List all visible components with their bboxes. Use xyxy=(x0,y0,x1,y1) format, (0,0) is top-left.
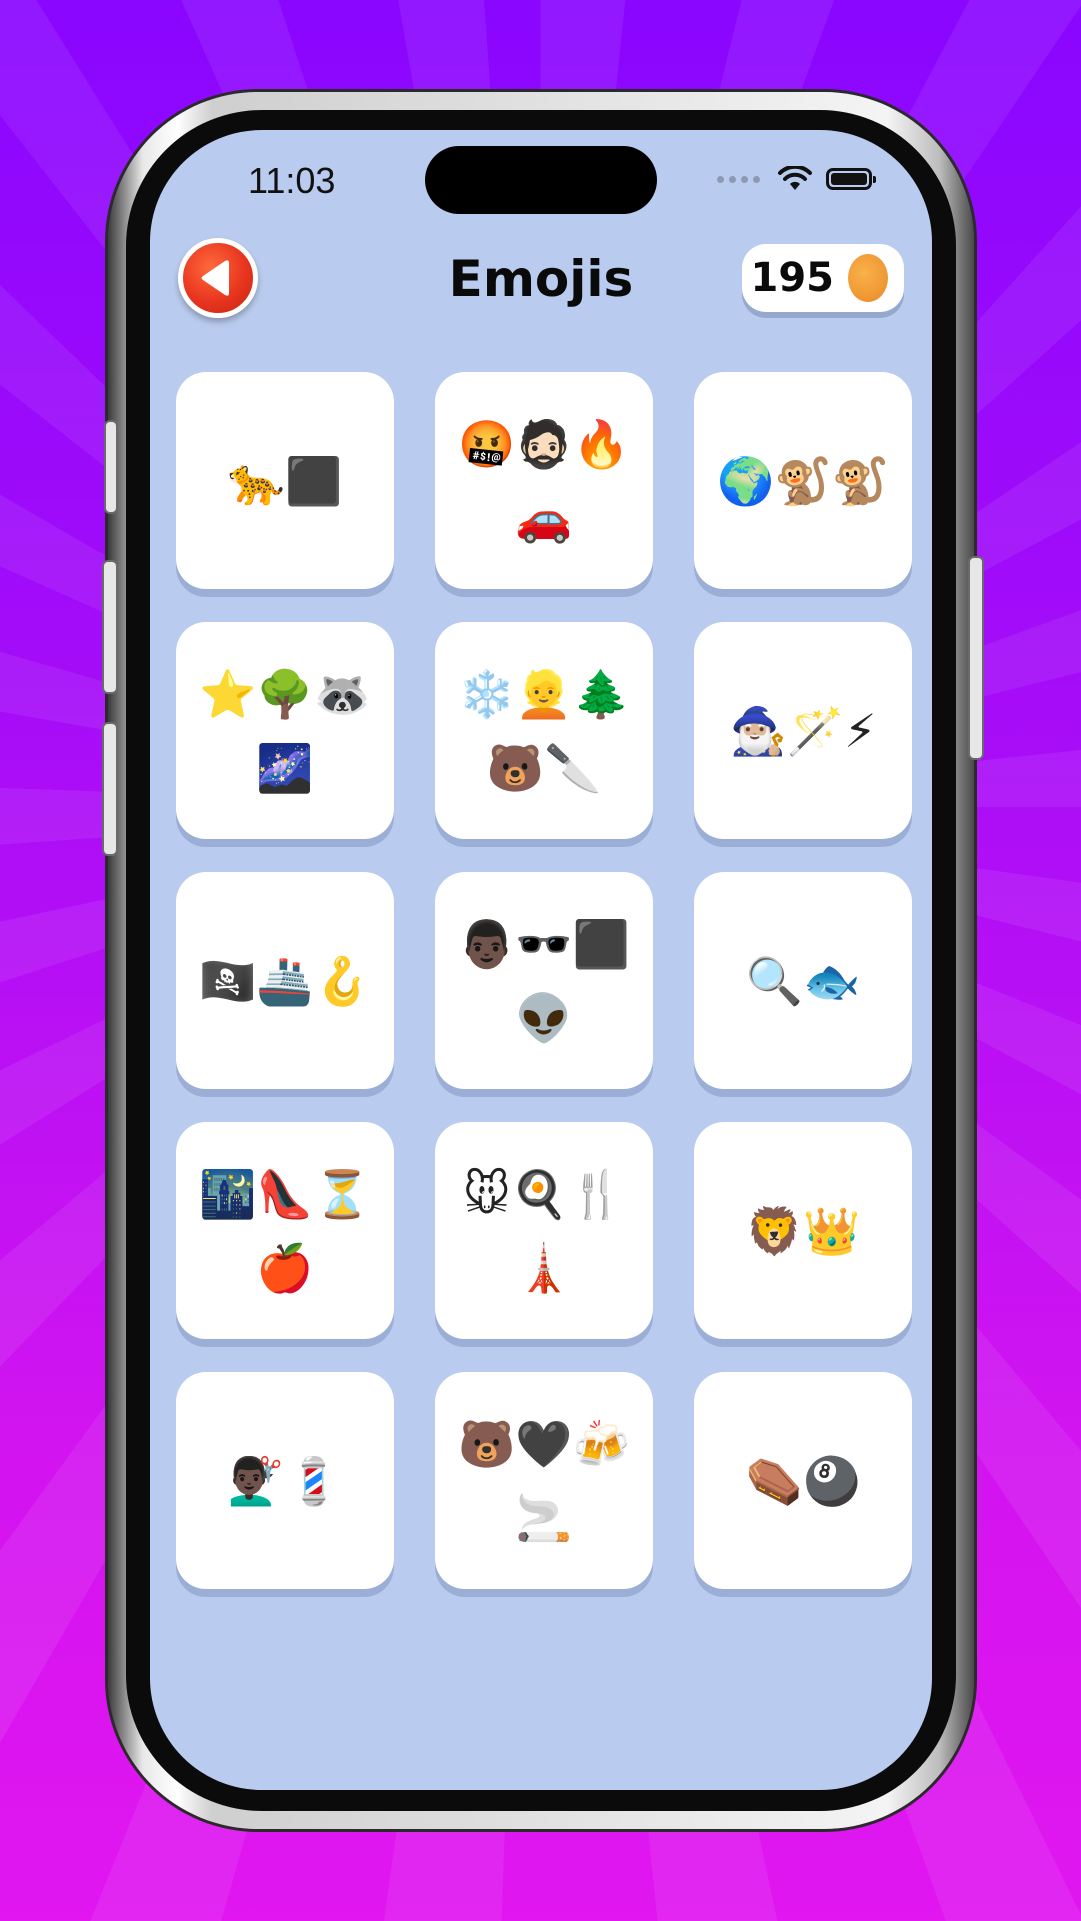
puzzle-emojis: 💇🏿‍♂️💈 xyxy=(227,1453,343,1508)
puzzle-emojis: 🤬🧔🏻🔥🚗 xyxy=(458,416,630,545)
power-button xyxy=(968,556,984,760)
puzzle-grid: 🐆⬛ 🤬🧔🏻🔥🚗 🌍🐒🐒 ⭐🌳🦝🌌 ❄️👱🌲🐻🔪 🧙🏼‍♂️🪄⚡ 🏴‍☠️🚢🪝 … xyxy=(176,372,920,1589)
puzzle-emojis: 🌃👠⏳🍎 xyxy=(199,1166,371,1295)
puzzle-card[interactable]: 🌃👠⏳🍎 xyxy=(176,1122,394,1339)
status-icons xyxy=(717,166,876,192)
puzzle-card[interactable]: 🤬🧔🏻🔥🚗 xyxy=(435,372,653,589)
status-time: 11:03 xyxy=(248,160,336,201)
puzzle-emojis: 👨🏿🕶️⬛👽 xyxy=(458,916,630,1045)
puzzle-card[interactable]: 🐻🖤🍻🚬 xyxy=(435,1372,653,1589)
puzzle-card[interactable]: 🌍🐒🐒 xyxy=(694,372,912,589)
puzzle-card[interactable]: 🔍🐟 xyxy=(694,872,912,1089)
volume-up-button xyxy=(102,560,118,694)
puzzle-card[interactable]: 🦁👑 xyxy=(694,1122,912,1339)
puzzle-card[interactable]: 🧙🏼‍♂️🪄⚡ xyxy=(694,622,912,839)
puzzle-card[interactable]: 👨🏿🕶️⬛👽 xyxy=(435,872,653,1089)
silent-switch xyxy=(104,420,118,514)
coin-balance: 195 xyxy=(742,244,904,312)
puzzle-emojis: ⭐🌳🦝🌌 xyxy=(199,666,371,795)
puzzle-emojis: 🧙🏼‍♂️🪄⚡ xyxy=(729,703,877,758)
puzzle-emojis: ⚰️🎱 xyxy=(745,1453,861,1508)
puzzle-emojis: 🔍🐟 xyxy=(745,953,861,1008)
battery-icon xyxy=(826,168,876,190)
puzzle-card[interactable]: ⭐🌳🦝🌌 xyxy=(176,622,394,839)
puzzle-emojis: 🐆⬛ xyxy=(227,453,343,508)
puzzle-card[interactable]: 🐭🍳🍴🗼 xyxy=(435,1122,653,1339)
dynamic-island xyxy=(425,146,657,214)
wifi-icon xyxy=(778,166,812,190)
volume-down-button xyxy=(102,722,118,856)
puzzle-emojis: 🐭🍳🍴🗼 xyxy=(462,1166,626,1295)
puzzle-card[interactable]: 🐆⬛ xyxy=(176,372,394,589)
signal-icon xyxy=(717,175,760,183)
puzzle-card[interactable]: ❄️👱🌲🐻🔪 xyxy=(435,622,653,839)
puzzle-emojis: 🐻🖤🍻🚬 xyxy=(458,1416,630,1545)
phone-screen: 11:03 Emojis 195 🐆⬛ 🤬🧔🏻🔥🚗 🌍🐒🐒 ⭐🌳🦝🌌 ❄️👱🌲🐻… xyxy=(150,130,932,1790)
puzzle-emojis: 🦁👑 xyxy=(745,1203,861,1258)
puzzle-card[interactable]: 💇🏿‍♂️💈 xyxy=(176,1372,394,1589)
coin-icon xyxy=(848,254,888,302)
coin-count: 195 xyxy=(750,255,835,301)
puzzle-card[interactable]: ⚰️🎱 xyxy=(694,1372,912,1589)
puzzle-card[interactable]: 🏴‍☠️🚢🪝 xyxy=(176,872,394,1089)
puzzle-emojis: 🌍🐒🐒 xyxy=(717,453,889,508)
puzzle-emojis: ❄️👱🌲🐻🔪 xyxy=(458,666,630,795)
puzzle-emojis: 🏴‍☠️🚢🪝 xyxy=(199,953,371,1008)
